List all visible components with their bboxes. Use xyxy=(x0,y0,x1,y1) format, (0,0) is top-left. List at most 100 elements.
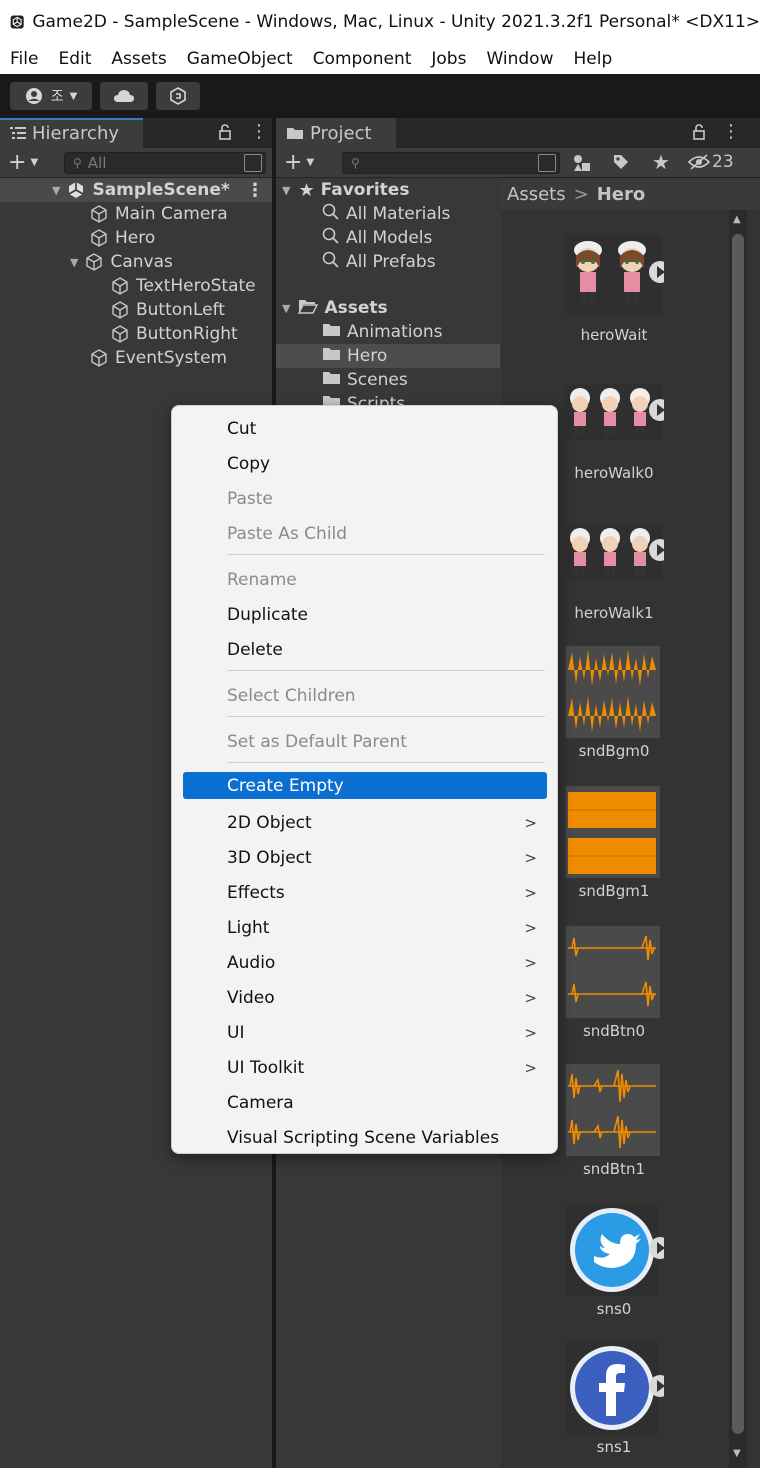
folder-animations[interactable]: Animations xyxy=(276,320,500,344)
menu-edit[interactable]: Edit xyxy=(48,49,101,69)
asset-herowait[interactable]: heroWait xyxy=(564,234,664,348)
favorite-all-models[interactable]: All Models xyxy=(276,226,500,250)
menu-item-label: Paste As Child xyxy=(227,523,348,544)
foldout-arrow-icon[interactable]: ▼ xyxy=(70,256,78,269)
create-dropdown[interactable]: + ▼ xyxy=(8,151,38,175)
breadcrumb-hero[interactable]: Hero xyxy=(597,184,646,205)
tab-active-indicator xyxy=(0,118,143,120)
plus-icon: + xyxy=(8,150,27,175)
create-dropdown[interactable]: + ▼ xyxy=(284,151,314,175)
scrollbar-thumb[interactable] xyxy=(732,234,744,1434)
search-placeholder: All xyxy=(87,154,107,172)
project-search-input[interactable]: ⚲ xyxy=(342,152,560,174)
expand-search-icon[interactable] xyxy=(538,154,556,172)
filter-by-label-icon[interactable] xyxy=(612,153,630,175)
favorite-star-icon[interactable]: ★ xyxy=(652,150,670,174)
menu-item-set-default-parent: Set as Default Parent xyxy=(183,728,547,755)
assets-scrollbar[interactable]: ▲ ▼ xyxy=(729,210,747,1468)
item-label: Animations xyxy=(347,322,443,342)
menu-item-duplicate[interactable]: Duplicate xyxy=(183,601,547,628)
asset-sns1[interactable]: sns1 xyxy=(564,1342,664,1462)
hierarchy-search-input[interactable]: ⚲ All xyxy=(64,152,266,174)
menu-item-3d-object[interactable]: 3D Object > xyxy=(183,844,547,871)
hidden-packages-toggle[interactable]: 23 xyxy=(688,152,734,172)
item-label: Hero xyxy=(347,346,388,366)
menu-item-label: Light xyxy=(227,917,270,938)
tab-hierarchy[interactable]: Hierarchy xyxy=(0,118,143,148)
item-label: All Materials xyxy=(346,204,451,224)
scroll-up-icon[interactable]: ▲ xyxy=(733,214,741,225)
hierarchy-item-hero[interactable]: Hero xyxy=(0,226,272,250)
menu-item-label: UI xyxy=(227,1022,245,1043)
asset-sndbgm1[interactable]: sndBgm1 xyxy=(564,786,664,906)
asset-sndbtn0[interactable]: sndBtn0 xyxy=(564,926,664,1046)
menu-item-effects[interactable]: Effects > xyxy=(183,879,547,906)
submenu-arrow-icon: > xyxy=(524,953,537,972)
more-options-icon[interactable]: ⋮ xyxy=(250,121,268,142)
menu-assets[interactable]: Assets xyxy=(101,49,176,69)
hierarchy-item-canvas[interactable]: ▼ Canvas xyxy=(0,250,272,274)
lock-icon[interactable] xyxy=(218,124,232,144)
asset-label: sns0 xyxy=(596,1300,632,1318)
foldout-arrow-icon[interactable]: ▼ xyxy=(282,184,290,197)
menu-item-create-empty[interactable]: Create Empty xyxy=(183,772,547,799)
menu-item-cut[interactable]: Cut xyxy=(183,415,547,442)
foldout-arrow-icon[interactable]: ▼ xyxy=(282,302,290,315)
more-options-icon[interactable]: ⋮ xyxy=(722,121,740,142)
sprite-thumbnail xyxy=(564,524,664,580)
foldout-arrow-icon[interactable]: ▼ xyxy=(52,184,60,197)
asset-label: sndBgm0 xyxy=(578,742,650,760)
menu-item-2d-object[interactable]: 2D Object > xyxy=(183,809,547,836)
menu-help[interactable]: Help xyxy=(563,49,622,69)
menu-window[interactable]: Window xyxy=(476,49,563,69)
sprite-thumbnail xyxy=(564,234,664,314)
asset-sns0[interactable]: sns0 xyxy=(564,1204,664,1324)
menu-item-video[interactable]: Video > xyxy=(183,984,547,1011)
account-button[interactable]: 조 ▼ xyxy=(10,82,92,110)
cloud-button[interactable] xyxy=(100,82,148,110)
asset-label: sndBgm1 xyxy=(578,882,650,900)
menu-item-ui-toolkit[interactable]: UI Toolkit > xyxy=(183,1054,547,1081)
asset-herowalk1[interactable]: heroWalk1 xyxy=(564,524,664,630)
menu-file[interactable]: File xyxy=(0,49,48,69)
more-options-icon[interactable]: ⋮ xyxy=(246,180,264,201)
scroll-down-icon[interactable]: ▼ xyxy=(733,1448,741,1459)
menu-item-audio[interactable]: Audio > xyxy=(183,949,547,976)
item-label: Main Camera xyxy=(115,204,228,224)
assets-row[interactable]: ▼ Assets xyxy=(276,296,500,320)
menu-gameobject[interactable]: GameObject xyxy=(177,49,303,69)
menu-item-camera[interactable]: Camera xyxy=(183,1089,547,1116)
folder-scenes[interactable]: Scenes xyxy=(276,368,500,392)
hierarchy-item-buttonleft[interactable]: ButtonLeft xyxy=(0,298,272,322)
menu-item-label: Effects xyxy=(227,882,285,903)
hierarchy-item-main-camera[interactable]: Main Camera xyxy=(0,202,272,226)
lock-icon[interactable] xyxy=(692,124,706,144)
filter-by-type-icon[interactable] xyxy=(572,153,592,177)
breadcrumb-assets[interactable]: Assets xyxy=(507,184,566,205)
collab-button[interactable] xyxy=(156,82,200,110)
menu-item-delete[interactable]: Delete xyxy=(183,636,547,663)
hierarchy-item-eventsystem[interactable]: EventSystem xyxy=(0,346,272,370)
menu-item-copy[interactable]: Copy xyxy=(183,450,547,477)
asset-sndbtn1[interactable]: sndBtn1 xyxy=(564,1064,664,1184)
menu-component[interactable]: Component xyxy=(303,49,422,69)
submenu-arrow-icon: > xyxy=(524,988,537,1007)
asset-herowalk0[interactable]: heroWalk0 xyxy=(564,384,664,490)
tab-label: Project xyxy=(310,122,372,144)
plus-icon: + xyxy=(284,150,303,175)
asset-sndbgm0[interactable]: sndBgm0 xyxy=(564,646,664,766)
favorites-row[interactable]: ▼ ★ Favorites xyxy=(276,178,500,202)
menu-jobs[interactable]: Jobs xyxy=(421,49,476,69)
menu-item-light[interactable]: Light > xyxy=(183,914,547,941)
tab-project[interactable]: Project xyxy=(276,118,396,148)
scene-row[interactable]: ▼ SampleScene* ⋮ xyxy=(0,178,272,202)
hierarchy-item-buttonright[interactable]: ButtonRight xyxy=(0,322,272,346)
menu-item-ui[interactable]: UI > xyxy=(183,1019,547,1046)
menu-item-visual-scripting-scene-variables[interactable]: Visual Scripting Scene Variables xyxy=(183,1124,547,1151)
menu-item-paste: Paste xyxy=(183,485,547,512)
favorite-all-prefabs[interactable]: All Prefabs xyxy=(276,250,500,274)
folder-hero[interactable]: Hero xyxy=(276,344,500,368)
hierarchy-item-textherostate[interactable]: TextHeroState xyxy=(0,274,272,298)
favorite-all-materials[interactable]: All Materials xyxy=(276,202,500,226)
expand-search-icon[interactable] xyxy=(244,154,262,172)
